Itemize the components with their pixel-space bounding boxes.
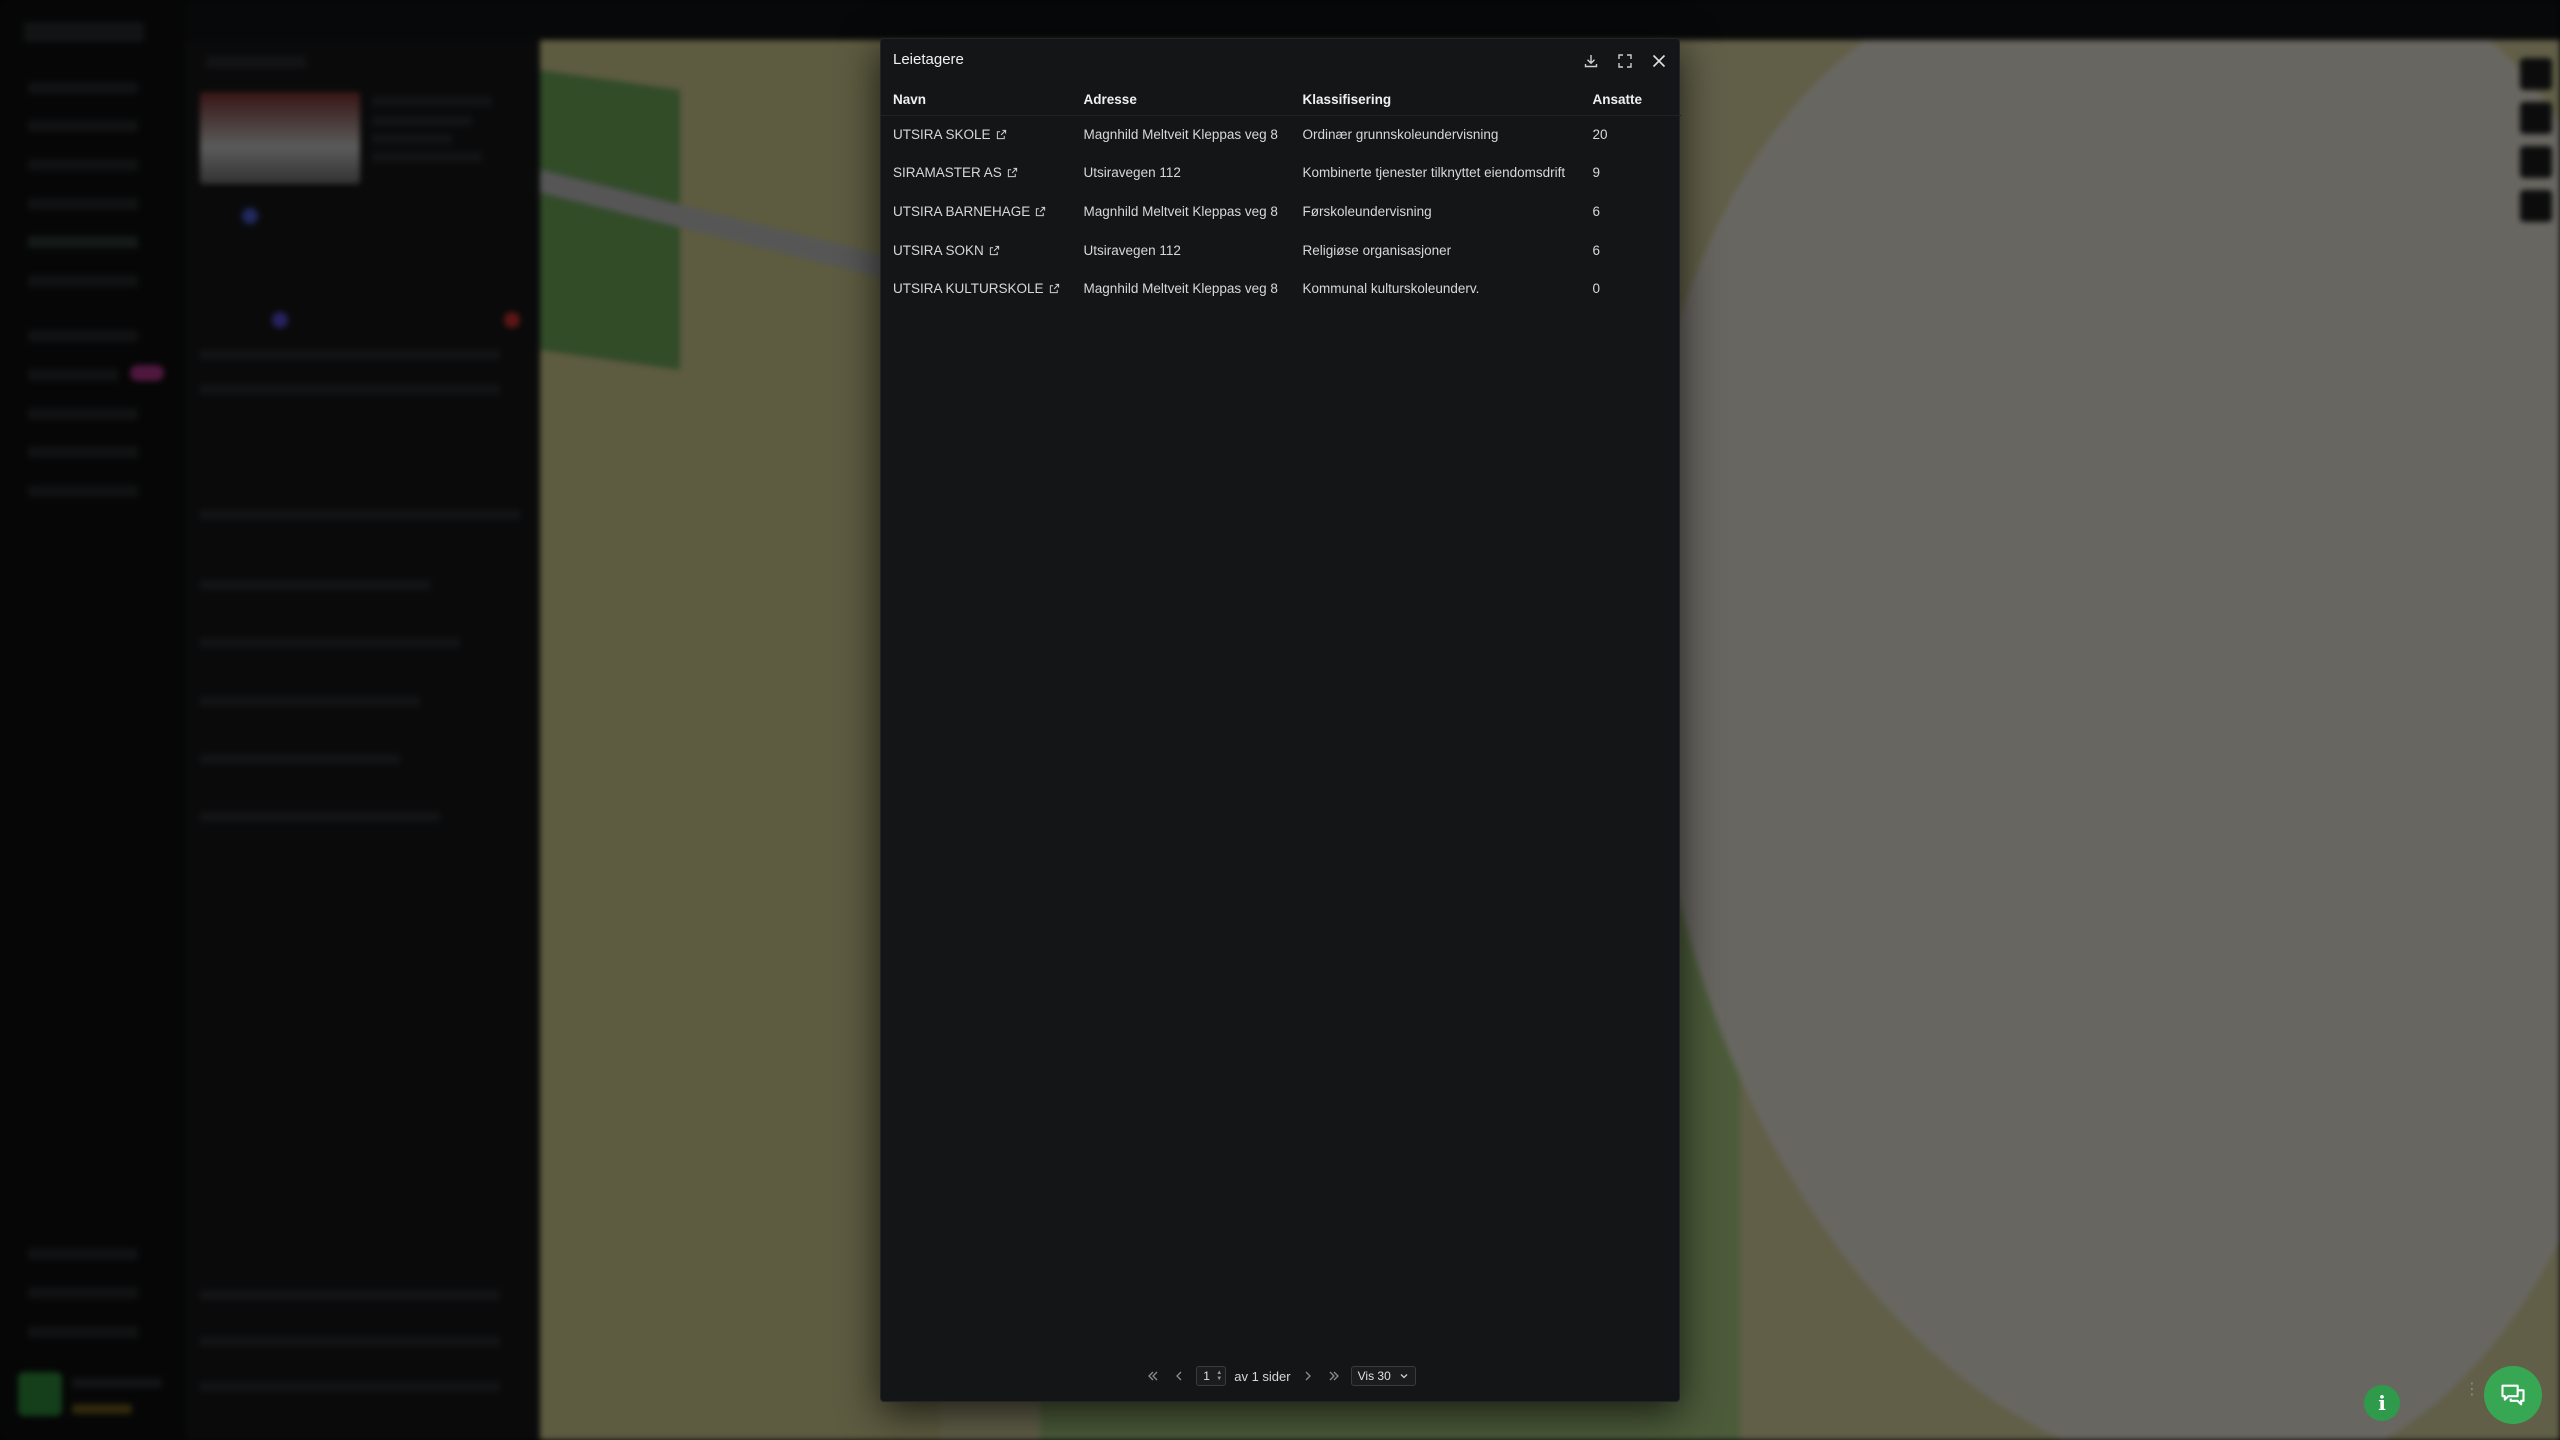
tenants-table: Navn Adresse Klassifisering Ansatte UTSI…: [881, 85, 1681, 308]
cell-adresse: Utsiravegen 112: [1083, 242, 1181, 258]
fullscreen-icon: [1618, 54, 1632, 68]
table-row[interactable]: UTSIRA SKOLE Magnhild Meltveit Kleppas ve…: [881, 115, 1681, 154]
external-link-icon: [1049, 284, 1059, 294]
modal-title: Leietagere: [893, 51, 964, 68]
chevron-down-icon: [1400, 1374, 1408, 1379]
cell-ansatte: 0: [1592, 281, 1601, 297]
info-icon: i: [2378, 1391, 2386, 1415]
current-page-value: 1: [1203, 1369, 1210, 1383]
tenant-link[interactable]: UTSIRA BARNEHAGE: [893, 204, 1046, 219]
table-row[interactable]: UTSIRA BARNEHAGE Magnhild Meltveit Kleppa…: [881, 192, 1681, 231]
close-button[interactable]: [1647, 49, 1671, 73]
download-icon: [1584, 55, 1598, 68]
double-chevron-left-icon: [1148, 1371, 1158, 1381]
external-link-icon: [996, 129, 1006, 140]
cell-adresse: Magnhild Meltveit Kleppas veg 8: [1083, 203, 1278, 219]
page-size-value: Vis 30: [1357, 1369, 1391, 1383]
cell-ansatte: 9: [1592, 165, 1601, 181]
column-header-klassifisering[interactable]: Klassifisering: [1291, 85, 1581, 115]
previous-page-button[interactable]: [1170, 1367, 1188, 1385]
cell-ansatte: 6: [1592, 203, 1601, 219]
download-button[interactable]: [1579, 49, 1603, 73]
next-page-button[interactable]: [1299, 1367, 1317, 1385]
first-page-button[interactable]: [1144, 1367, 1162, 1385]
page-count-label: av 1 sider: [1234, 1368, 1291, 1384]
table-row[interactable]: UTSIRA SOKN Utsiravegen 112 Religiøse orga…: [881, 231, 1681, 270]
cell-adresse: Utsiravegen 112: [1083, 165, 1181, 181]
tenant-name: UTSIRA SOKN: [893, 242, 984, 258]
table-row[interactable]: SIRAMASTER AS Utsiravegen 112 Kombinerte t…: [881, 154, 1681, 193]
tenant-link[interactable]: UTSIRA SOKN: [893, 243, 1000, 258]
close-icon: [1652, 54, 1666, 68]
fullscreen-button[interactable]: [1613, 49, 1637, 73]
stepper-icon[interactable]: ▲ ▼: [1216, 1370, 1222, 1382]
chat-icon: [2501, 1384, 2525, 1406]
cell-klassifisering: Ordinær grunnskoleundervisning: [1302, 127, 1499, 143]
table-row[interactable]: UTSIRA KULTURSKOLE Magnhild Meltveit Klep…: [881, 269, 1681, 308]
table-header-row: Navn Adresse Klassifisering Ansatte: [881, 85, 1681, 115]
cell-navn: UTSIRA KULTURSKOLE: [881, 269, 1072, 308]
page-size-select[interactable]: Vis 30: [1350, 1366, 1416, 1386]
tenants-modal: Leietagere Navn Adresse Klassifisering A…: [880, 38, 1681, 1402]
cell-klassifisering: Religiøse organisasjoner: [1302, 242, 1452, 258]
double-chevron-right-icon: [1329, 1371, 1339, 1381]
tenant-name: UTSIRA KULTURSKOLE: [893, 281, 1044, 297]
cell-klassifisering: Kommunal kulturskoleunderv.: [1302, 281, 1480, 297]
chat-button[interactable]: [2484, 1366, 2542, 1424]
drag-handle-icon[interactable]: ⋮⋮: [2464, 1382, 2498, 1410]
cell-adresse: Magnhild Meltveit Kleppas veg 8: [1083, 127, 1278, 143]
cell-navn: UTSIRA BARNEHAGE: [881, 192, 1072, 231]
last-page-button[interactable]: [1325, 1367, 1343, 1385]
tenant-name: SIRAMASTER AS: [893, 165, 1002, 181]
info-button[interactable]: i: [2364, 1385, 2400, 1421]
external-link-icon: [1007, 168, 1017, 178]
cell-ansatte: 20: [1592, 127, 1608, 143]
pagination: 1 ▲ ▼ av 1 sider Vis 30: [881, 1365, 1679, 1387]
column-header-navn[interactable]: Navn: [881, 85, 1072, 115]
cell-navn: SIRAMASTER AS: [881, 154, 1072, 193]
tenant-name: UTSIRA SKOLE: [893, 127, 991, 143]
chevron-left-icon: [1176, 1371, 1182, 1381]
tenant-link[interactable]: UTSIRA KULTURSKOLE: [893, 281, 1060, 296]
column-header-adresse[interactable]: Adresse: [1072, 85, 1291, 115]
column-header-ansatte[interactable]: Ansatte: [1581, 85, 1681, 115]
modal-actions: [1579, 49, 1671, 73]
page-number-input[interactable]: 1 ▲ ▼: [1196, 1366, 1227, 1386]
modal-header: Leietagere: [881, 39, 1679, 79]
tenant-link[interactable]: UTSIRA SKOLE: [893, 127, 1007, 142]
cell-adresse: Magnhild Meltveit Kleppas veg 8: [1083, 281, 1278, 297]
chevron-right-icon: [1305, 1371, 1311, 1381]
external-link-icon: [989, 245, 999, 255]
cell-navn: UTSIRA SKOLE: [881, 115, 1072, 154]
external-link-icon: [1036, 206, 1046, 217]
cell-ansatte: 6: [1592, 242, 1601, 258]
tenant-link[interactable]: SIRAMASTER AS: [893, 165, 1018, 180]
cell-navn: UTSIRA SOKN: [881, 231, 1072, 270]
tenant-name: UTSIRA BARNEHAGE: [893, 203, 1031, 219]
cell-klassifisering: Kombinerte tjenester tilknyttet eiendoms…: [1302, 165, 1566, 181]
cell-klassifisering: Førskoleundervisning: [1302, 203, 1432, 219]
